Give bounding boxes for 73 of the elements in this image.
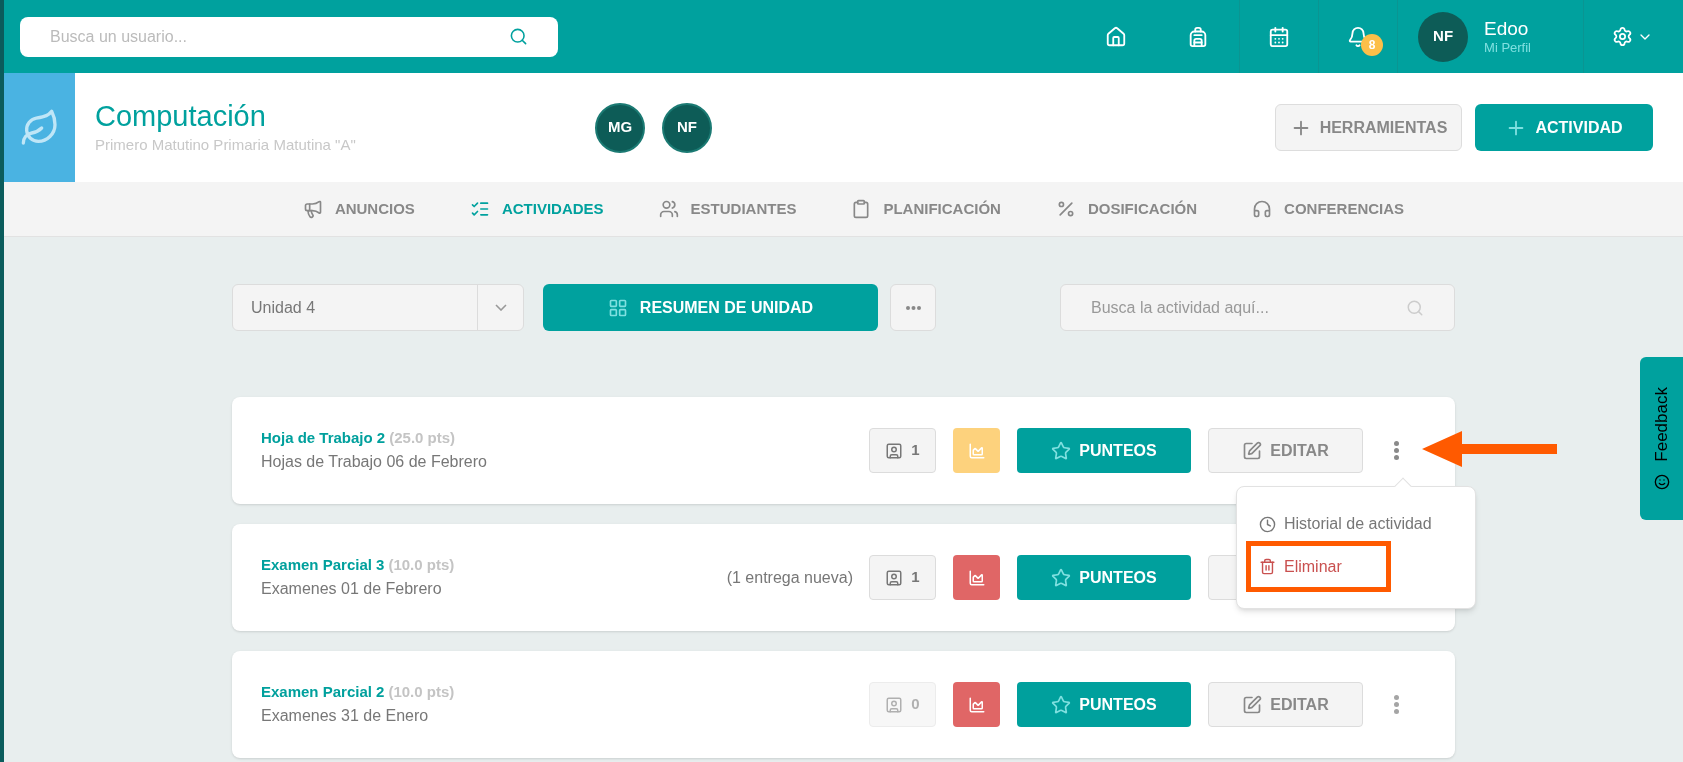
submissions-button[interactable]: 1: [869, 428, 936, 473]
chart-button[interactable]: [953, 682, 1000, 727]
grade-button[interactable]: PUNTEOS: [1017, 682, 1191, 727]
activity-search-field[interactable]: Busca la actividad aquí...: [1060, 284, 1455, 331]
profile-link[interactable]: Mi Perfil: [1484, 40, 1531, 57]
user-search-input[interactable]: Busca un usuario...: [50, 24, 509, 49]
edit-icon: [1242, 694, 1263, 715]
tools-button[interactable]: HERRAMIENTAS: [1275, 104, 1462, 151]
headset-icon: [1252, 199, 1273, 219]
megaphone-icon: [302, 199, 323, 219]
activity-points: (10.0 pts): [388, 682, 455, 703]
more-vertical-icon: [1393, 695, 1399, 714]
chart-button[interactable]: [953, 555, 1000, 600]
activity-title[interactable]: Examen Parcial 3: [261, 554, 385, 577]
document-icon: [885, 441, 904, 460]
calendar-icon: [1268, 25, 1291, 48]
activity-points: (25.0 pts): [389, 428, 456, 449]
grid-icon: [607, 297, 628, 318]
settings-icon: [1612, 26, 1633, 47]
smile-icon: [1653, 473, 1670, 490]
activity-subtitle: Examenes 31 de Enero: [261, 705, 430, 726]
activity-title[interactable]: Hoja de Trabajo 2: [261, 427, 386, 450]
more-vertical-icon: [1393, 441, 1399, 460]
tab[interactable]: ANUNCIOS: [302, 197, 415, 221]
unit-summary-button[interactable]: RESUMEN DE UNIDAD: [543, 284, 878, 331]
star-icon: [1051, 567, 1072, 588]
area-chart-icon: [967, 695, 986, 714]
add-activity-button[interactable]: ACTIVIDAD: [1475, 104, 1653, 151]
user-search-field[interactable]: Busca un usuario...: [20, 16, 558, 57]
chevron-down-icon: [494, 304, 507, 311]
people-icon: [658, 199, 679, 219]
tab[interactable]: DOSIFICACIÓN: [1055, 197, 1198, 221]
area-chart-icon: [967, 568, 986, 587]
user-name: Edoo: [1484, 16, 1530, 41]
course-title: Computación: [95, 99, 267, 135]
clipboard-icon: [851, 199, 872, 219]
notification-badge: 8: [1361, 33, 1384, 56]
activity-subtitle: Examenes 01 de Febrero: [261, 578, 443, 599]
trash-icon: [1259, 558, 1276, 575]
feedback-tab[interactable]: Feedback: [1640, 357, 1683, 520]
tab[interactable]: CONFERENCIAS: [1252, 197, 1405, 221]
leaf-icon: [19, 107, 60, 148]
activity-title[interactable]: Examen Parcial 2: [261, 681, 385, 704]
activity-subtitle: Hojas de Trabajo 06 de Febrero: [261, 451, 487, 472]
submissions-button[interactable]: 1: [869, 555, 936, 600]
document-icon: [885, 695, 904, 714]
grade-button[interactable]: PUNTEOS: [1017, 428, 1191, 473]
search-icon: [509, 27, 528, 46]
search-icon: [1406, 298, 1424, 317]
tab[interactable]: PLANIFICACIÓN: [851, 197, 1001, 221]
menu-item[interactable]: Historial de actividad: [1259, 509, 1432, 539]
tab[interactable]: ACTIVIDADES: [469, 197, 604, 221]
grade-button[interactable]: PUNTEOS: [1017, 555, 1191, 600]
teacher-avatar[interactable]: NF: [662, 102, 712, 153]
activity-search-input[interactable]: Busca la actividad aquí...: [1091, 295, 1406, 320]
edit-icon: [1242, 440, 1263, 461]
user-avatar[interactable]: NF: [1418, 11, 1469, 62]
edit-button[interactable]: EDITAR: [1208, 682, 1363, 727]
clock-icon: [1259, 515, 1276, 533]
tab[interactable]: ESTUDIANTES: [658, 197, 797, 221]
teacher-avatar[interactable]: MG: [595, 102, 645, 153]
star-icon: [1051, 694, 1072, 715]
activity-points: (10.0 pts): [388, 555, 455, 576]
area-chart-icon: [967, 441, 986, 460]
document-icon: [885, 568, 904, 587]
more-horizontal-icon: [905, 305, 921, 310]
checklist-icon: [469, 199, 490, 219]
new-submission-note: (1 entrega nueva): [726, 567, 853, 588]
unit-select[interactable]: Unidad 4: [232, 284, 524, 331]
edit-button[interactable]: EDITAR: [1208, 428, 1363, 473]
menu-item[interactable]: Eliminar: [1259, 551, 1342, 582]
home-icon: [1105, 25, 1128, 48]
star-icon: [1051, 440, 1072, 461]
